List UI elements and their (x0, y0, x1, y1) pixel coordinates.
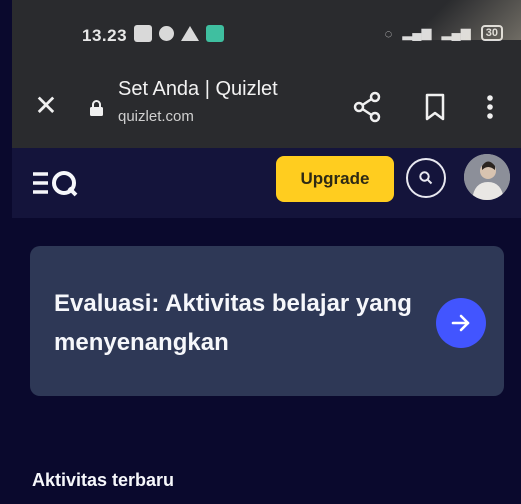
lock-icon (90, 100, 103, 116)
battery-label: 30 (485, 27, 498, 39)
quizlet-header: Upgrade (12, 148, 521, 218)
app-icon (206, 25, 224, 42)
quizlet-logo[interactable] (32, 168, 82, 198)
share-icon[interactable] (352, 90, 382, 124)
arrow-button[interactable] (436, 298, 486, 348)
warning-icon (181, 26, 199, 41)
upgrade-label: Upgrade (300, 169, 370, 188)
mail-icon (134, 25, 152, 42)
upgrade-button[interactable]: Upgrade (276, 156, 394, 202)
bookmark-icon[interactable] (422, 90, 448, 124)
evaluation-card[interactable]: Evaluasi: Aktivitas belajar yang menyena… (30, 246, 504, 396)
hotspot-icon: ◌ (384, 25, 393, 41)
profile-photo (464, 154, 510, 200)
page-title: Set Anda | Quizlet (118, 78, 278, 100)
signal-icon: ▂▄▆ (441, 25, 471, 40)
battery-icon: 30 (480, 25, 503, 41)
arrow-right-icon (451, 314, 470, 332)
close-icon: ✕ (34, 90, 58, 121)
status-time: 13.23 (82, 26, 128, 45)
search-button[interactable] (406, 158, 446, 198)
settings-icon (159, 26, 174, 41)
recent-activity-heading: Aktivitas terbaru (32, 470, 175, 490)
signal-icon: ▂▄▆ (402, 25, 432, 40)
notification-icons (134, 25, 224, 42)
system-icons: ◌ ▂▄▆ ▂▄▆ 30 (385, 25, 503, 41)
browser-toolbar: ✕ Set Anda | Quizlet quizlet.com (12, 70, 521, 148)
phone-screen: 13.23 ◌ ▂▄▆ ▂▄▆ 30 ✕ Set Anda | Quizlet … (12, 0, 521, 504)
close-button[interactable]: ✕ (32, 92, 60, 120)
url-text[interactable]: quizlet.com (118, 108, 194, 125)
evaluation-text: Evaluasi: Aktivitas belajar yang menyena… (54, 290, 412, 356)
status-bar: 13.23 ◌ ▂▄▆ ▂▄▆ 30 (12, 0, 521, 70)
search-icon (419, 171, 433, 185)
avatar[interactable] (464, 154, 510, 200)
more-vert-icon[interactable] (482, 90, 498, 124)
